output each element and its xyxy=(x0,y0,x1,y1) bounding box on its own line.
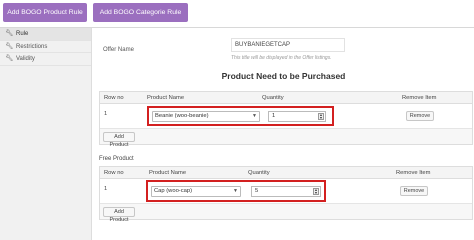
highlight-box xyxy=(146,180,326,202)
column-header: Product Name xyxy=(149,170,187,176)
table-footer: Add Product xyxy=(100,128,472,148)
column-header: Quantity xyxy=(262,95,284,101)
table-header: Row no Product Name Quantity Remove Item xyxy=(100,92,472,104)
column-header: Product Name xyxy=(147,95,185,101)
wrench-icon: 🔧︎ xyxy=(5,42,14,50)
sidebar-item-rule[interactable]: 🔧︎ Rule xyxy=(0,28,91,41)
column-header: Remove Item xyxy=(402,95,437,101)
sidebar-item-label: Validity xyxy=(16,56,35,62)
free-product-table: Row no Product Name Quantity Remove Item… xyxy=(99,166,473,223)
table-row: 1 Cap (woo-cap) ▼ 5 ▲ ▼ Remove xyxy=(100,179,472,203)
rule-content: Offer Name BUYBANIEGETCAP This title wil… xyxy=(93,28,474,240)
purchase-table: Row no Product Name Quantity Remove Item… xyxy=(99,91,473,148)
sidebar-item-validity[interactable]: 🔧︎ Validity xyxy=(0,53,91,66)
column-header: Quantity xyxy=(248,170,270,176)
column-header: Row no xyxy=(104,170,124,176)
add-bogo-product-rule-button[interactable]: Add BOGO Product Rule xyxy=(3,3,87,22)
free-product-label: Free Product xyxy=(99,156,134,162)
wrench-icon: 🔧︎ xyxy=(5,30,14,37)
wrench-icon: 🔧︎ xyxy=(5,55,14,62)
column-header: Remove Item xyxy=(396,170,431,176)
highlight-box xyxy=(147,106,334,126)
rule-panel: 🔧︎ Rule 🔧︎ Restrictions 🔧︎ Validity Offe… xyxy=(0,27,474,240)
offer-name-label: Offer Name xyxy=(103,47,134,53)
remove-button[interactable]: Remove xyxy=(400,186,428,196)
sidebar-item-restrictions[interactable]: 🔧︎ Restrictions xyxy=(0,41,91,53)
row-number: 1 xyxy=(104,186,108,192)
remove-button[interactable]: Remove xyxy=(406,111,434,121)
purchase-section-title: Product Need to be Purchased xyxy=(221,71,346,81)
table-header: Row no Product Name Quantity Remove Item xyxy=(100,167,472,179)
add-bogo-category-rule-button[interactable]: Add BOGO Categorie Rule xyxy=(93,3,188,22)
column-header: Row no xyxy=(104,95,124,101)
table-row: 1 Beanie (woo-beanie) ▼ 1 ▲ ▼ Remove xyxy=(100,104,472,128)
row-number: 1 xyxy=(104,111,108,117)
offer-name-help: This title will be displayed in the Offe… xyxy=(231,55,332,61)
table-footer: Add Product xyxy=(100,203,472,223)
offer-name-input[interactable]: BUYBANIEGETCAP xyxy=(231,38,345,52)
add-product-button[interactable]: Add Product xyxy=(103,132,135,148)
sidebar-item-label: Restrictions xyxy=(16,43,48,50)
add-product-button[interactable]: Add Product xyxy=(103,207,135,223)
sidebar: 🔧︎ Rule 🔧︎ Restrictions 🔧︎ Validity xyxy=(0,28,92,240)
sidebar-item-label: Rule xyxy=(16,31,29,37)
